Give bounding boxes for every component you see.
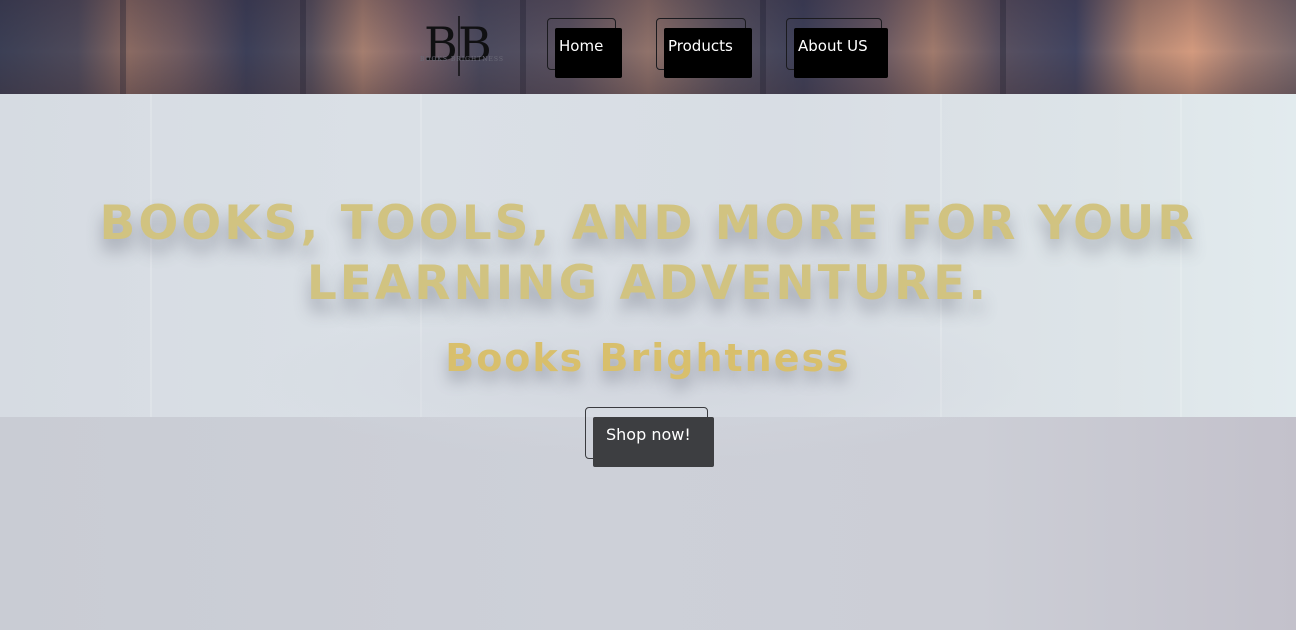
hero-brand-name: Books Brightness bbox=[445, 336, 851, 380]
nav-home-button[interactable]: Home bbox=[547, 18, 622, 78]
shelf-decoration bbox=[300, 0, 306, 94]
nav-products-button[interactable]: Products bbox=[656, 18, 752, 78]
hero-headline: BOOKS, TOOLS, AND MORE FOR YOUR LEARNING… bbox=[80, 194, 1216, 314]
logo-icon: B B bbox=[424, 16, 492, 76]
nav-products-label: Products bbox=[668, 37, 733, 55]
bb-monogram-logo[interactable]: B B BOOKS BRIGHTNESS bbox=[412, 14, 508, 78]
shelf-decoration bbox=[120, 0, 126, 94]
logo-wordmark: BOOKS BRIGHTNESS bbox=[420, 56, 504, 63]
shelf-decoration bbox=[760, 0, 766, 94]
shop-now-button[interactable]: Shop now! bbox=[585, 407, 714, 467]
shelf-decoration bbox=[1000, 0, 1006, 94]
shop-now-label: Shop now! bbox=[606, 425, 691, 444]
hero-headline-line2: LEARNING ADVENTURE. bbox=[306, 256, 990, 311]
nav-home-label: Home bbox=[559, 37, 604, 55]
hero-headline-line1: BOOKS, TOOLS, AND MORE FOR YOUR bbox=[99, 196, 1197, 251]
shelf-decoration bbox=[520, 0, 526, 94]
nav-about-label: About US bbox=[798, 37, 868, 55]
header bbox=[0, 0, 1296, 94]
nav-about-button[interactable]: About US bbox=[786, 18, 888, 78]
